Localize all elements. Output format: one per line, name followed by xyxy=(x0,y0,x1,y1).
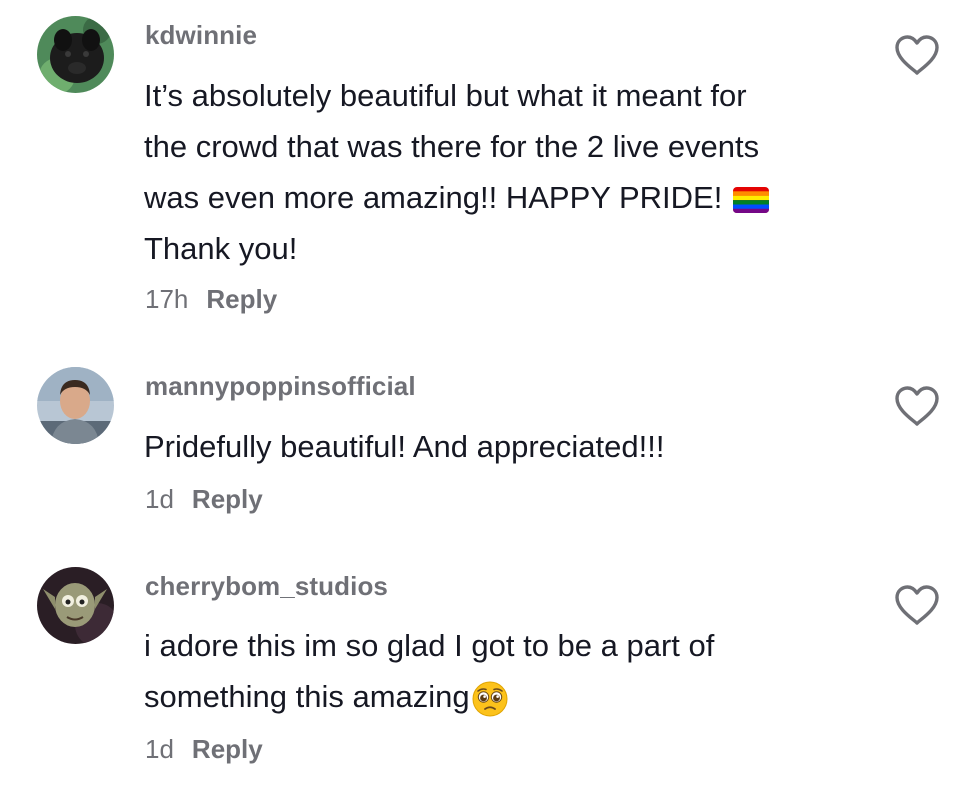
comment-text-fragment: something this amazing xyxy=(144,679,470,714)
comment-username[interactable]: mannypoppinsofficial xyxy=(145,371,416,402)
comment-text: Pridefully beautiful! And appreciated!!! xyxy=(144,421,864,472)
comment-text-line: the crowd that was there for the 2 live … xyxy=(144,121,864,172)
comment-text: It’s absolutely beautiful but what it me… xyxy=(144,70,864,274)
comment-timestamp: 1d xyxy=(145,484,174,514)
comment-username[interactable]: cherrybom_studios xyxy=(145,571,388,602)
heart-outline-icon xyxy=(895,386,939,426)
comment-text-line: was even more amazing!! HAPPY PRIDE! xyxy=(144,172,864,223)
rainbow-flag-icon xyxy=(726,186,770,214)
comment-meta: 17h Reply xyxy=(145,284,277,315)
like-button[interactable] xyxy=(894,584,940,626)
comment-text-line: Pridefully beautiful! And appreciated!!! xyxy=(144,429,665,464)
like-button[interactable] xyxy=(894,34,940,76)
pleading-face-icon xyxy=(472,681,508,717)
avatar[interactable] xyxy=(37,567,114,644)
comment-text-line: It’s absolutely beautiful but what it me… xyxy=(144,78,747,113)
like-button[interactable] xyxy=(894,385,940,427)
comment-text-line: something this amazing xyxy=(144,671,864,722)
reply-button[interactable]: Reply xyxy=(192,734,263,764)
reply-button[interactable]: Reply xyxy=(192,484,263,514)
comment-text-line: Thank you! xyxy=(144,231,298,266)
reply-button[interactable]: Reply xyxy=(206,284,277,314)
comment-text: i adore this im so glad I got to be a pa… xyxy=(144,620,864,722)
heart-outline-icon xyxy=(895,585,939,625)
comment-text-fragment: the crowd that was there for the 2 live … xyxy=(144,129,760,164)
comment-timestamp: 17h xyxy=(145,284,189,314)
comment-text-fragment: was even more amazing!! HAPPY PRIDE! xyxy=(144,180,723,215)
avatar[interactable] xyxy=(37,367,114,444)
comment-text-line: i adore this im so glad I got to be a pa… xyxy=(144,628,715,663)
heart-outline-icon xyxy=(895,35,939,75)
comment-timestamp: 1d xyxy=(145,734,174,764)
comment-meta: 1d Reply xyxy=(145,734,263,765)
avatar[interactable] xyxy=(37,16,114,93)
comment-meta: 1d Reply xyxy=(145,484,263,515)
comment-username[interactable]: kdwinnie xyxy=(145,20,257,51)
